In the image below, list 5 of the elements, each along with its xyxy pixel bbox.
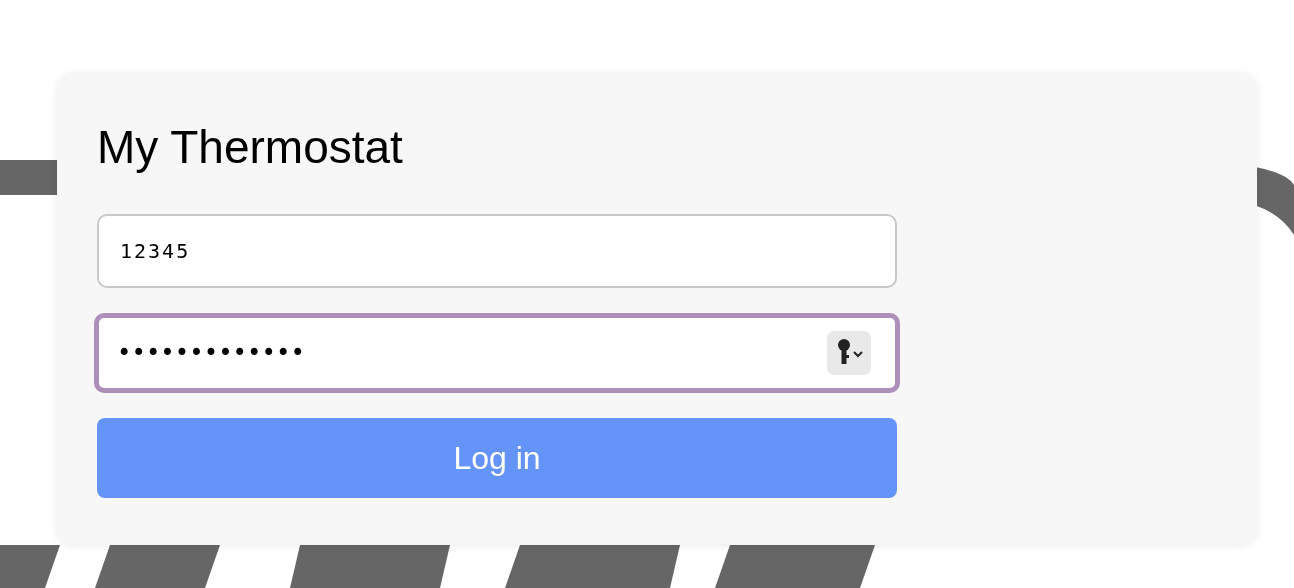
password-field[interactable]: ••••••••••••• (94, 313, 900, 393)
card-title: My Thermostat (97, 120, 404, 175)
backdrop-shape (0, 545, 60, 588)
key-icon[interactable] (827, 331, 871, 375)
username-field[interactable]: 12345 (97, 214, 897, 288)
